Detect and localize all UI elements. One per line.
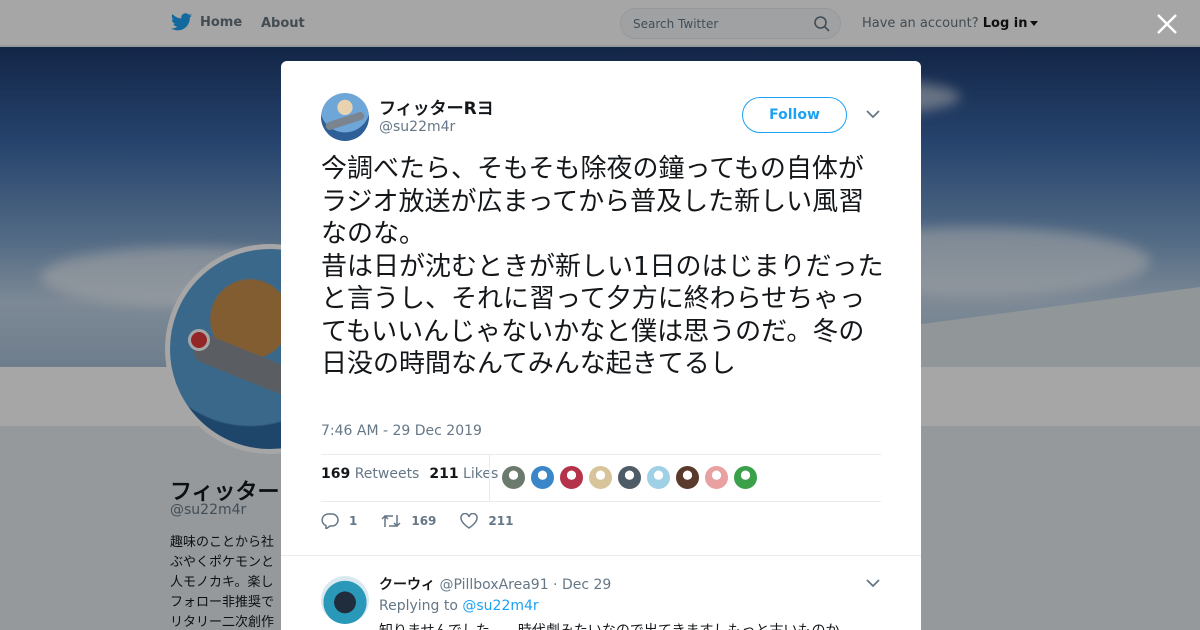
divider <box>321 454 881 455</box>
liker-avatar[interactable] <box>617 465 642 490</box>
retweets-count: 169 <box>321 466 351 482</box>
reply-button[interactable]: 1 <box>321 513 357 529</box>
liker-avatar[interactable] <box>559 465 584 490</box>
retweets-label: Retweets <box>354 466 420 482</box>
reply-count: 1 <box>349 514 358 528</box>
author-avatar[interactable] <box>321 93 369 141</box>
likes-stat[interactable]: 211 Likes <box>429 466 498 482</box>
retweet-icon <box>381 514 401 528</box>
divider <box>321 501 881 502</box>
reply-text: 知りませんでした……時代劇みたいなので出てきますしもっと古いものか <box>379 620 839 630</box>
reply-avatar[interactable] <box>321 576 369 624</box>
likes-count: 211 <box>429 466 459 482</box>
reply-header: クーウィ @PillboxArea91 · Dec 29 <box>379 577 612 593</box>
like-button[interactable]: 211 <box>460 513 513 529</box>
liker-avatar[interactable] <box>530 465 555 490</box>
like-count: 211 <box>488 514 514 528</box>
divider <box>281 555 921 556</box>
retweets-stat[interactable]: 169 Retweets <box>321 466 419 482</box>
author-name[interactable]: フィッターRヨ <box>379 94 494 119</box>
heart-icon <box>460 513 479 529</box>
reply-author-name[interactable]: クーウィ <box>379 577 435 593</box>
replying-prefix: Replying to <box>379 598 458 614</box>
chevron-down-icon[interactable] <box>866 578 880 588</box>
tweet-stats: 169 Retweets 211 Likes <box>321 466 498 482</box>
follow-button[interactable]: Follow <box>742 97 847 133</box>
retweet-count: 169 <box>411 514 437 528</box>
author-handle[interactable]: @su22m4r <box>379 119 455 135</box>
replying-to-handle[interactable]: @su22m4r <box>462 598 538 614</box>
tweet-timestamp[interactable]: 7:46 AM - 29 Dec 2019 <box>321 423 482 439</box>
tweet-actions: 1 169 211 <box>321 513 537 529</box>
retweet-button[interactable]: 169 <box>381 513 436 529</box>
tweet-text: 今調べたら、そもそも除夜の鐘ってもの自体がラジオ放送が広まってから普及した新しい… <box>321 154 884 379</box>
reply-author-handle[interactable]: @PillboxArea91 <box>439 577 548 593</box>
reply-icon <box>321 513 339 529</box>
liker-avatars <box>501 465 758 490</box>
liker-avatar[interactable] <box>675 465 700 490</box>
chevron-down-icon[interactable] <box>866 109 880 119</box>
reply-date[interactable]: Dec 29 <box>562 577 611 593</box>
close-icon[interactable] <box>1155 12 1179 36</box>
likes-label: Likes <box>463 466 499 482</box>
liker-avatar[interactable] <box>733 465 758 490</box>
liker-avatar[interactable] <box>588 465 613 490</box>
tweet-modal: フィッターRヨ @su22m4r Follow 今調べたら、そもそも除夜の鐘って… <box>281 61 921 630</box>
replying-to: Replying to @su22m4r <box>379 598 539 614</box>
liker-avatar[interactable] <box>704 465 729 490</box>
liker-avatar[interactable] <box>646 465 671 490</box>
liker-avatar[interactable] <box>501 465 526 490</box>
divider <box>489 455 490 501</box>
